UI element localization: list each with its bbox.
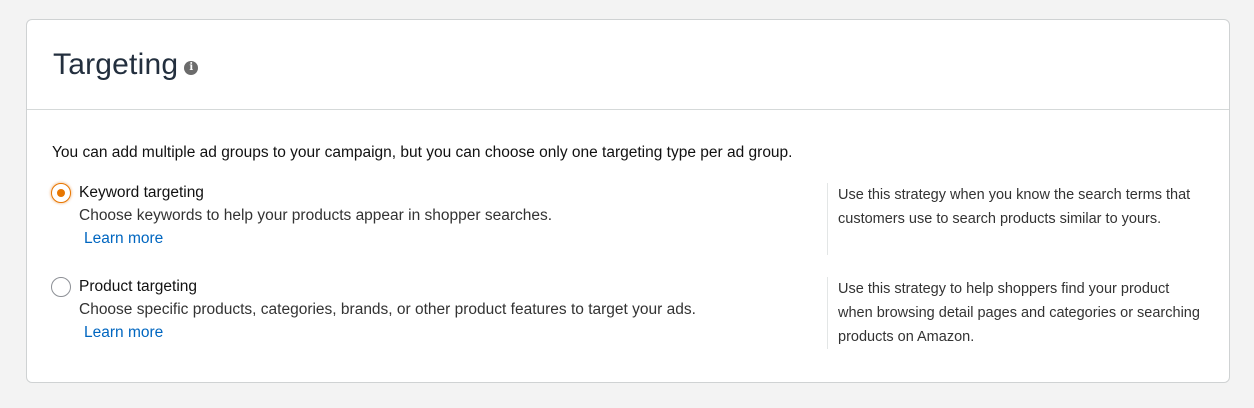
info-icon[interactable]: i [184, 60, 199, 75]
card-header: Targeting i [27, 20, 1229, 110]
targeting-card: Targeting i You can add multiple ad grou… [26, 19, 1230, 383]
option-label[interactable]: Product targeting [79, 277, 819, 297]
option-hint: Use this strategy when you know the sear… [827, 183, 1207, 255]
option-description: Choose keywords to help your products ap… [79, 207, 553, 224]
option-content: Product targeting Choose specific produc… [79, 277, 819, 343]
learn-more-link[interactable]: Learn more [84, 229, 163, 249]
learn-more-link[interactable]: Learn more [84, 323, 163, 343]
option-label[interactable]: Keyword targeting [79, 183, 819, 203]
option-content: Keyword targeting Choose keywords to hel… [79, 183, 819, 249]
intro-text: You can add multiple ad groups to your c… [52, 144, 793, 161]
option-hint: Use this strategy to help shoppers find … [827, 277, 1207, 349]
option-description: Choose specific products, categories, br… [79, 301, 696, 318]
card-title: Targeting [53, 47, 179, 81]
radio-selected-dot [57, 189, 65, 197]
radio-keyword-targeting[interactable] [51, 183, 71, 203]
radio-product-targeting[interactable] [51, 277, 71, 297]
